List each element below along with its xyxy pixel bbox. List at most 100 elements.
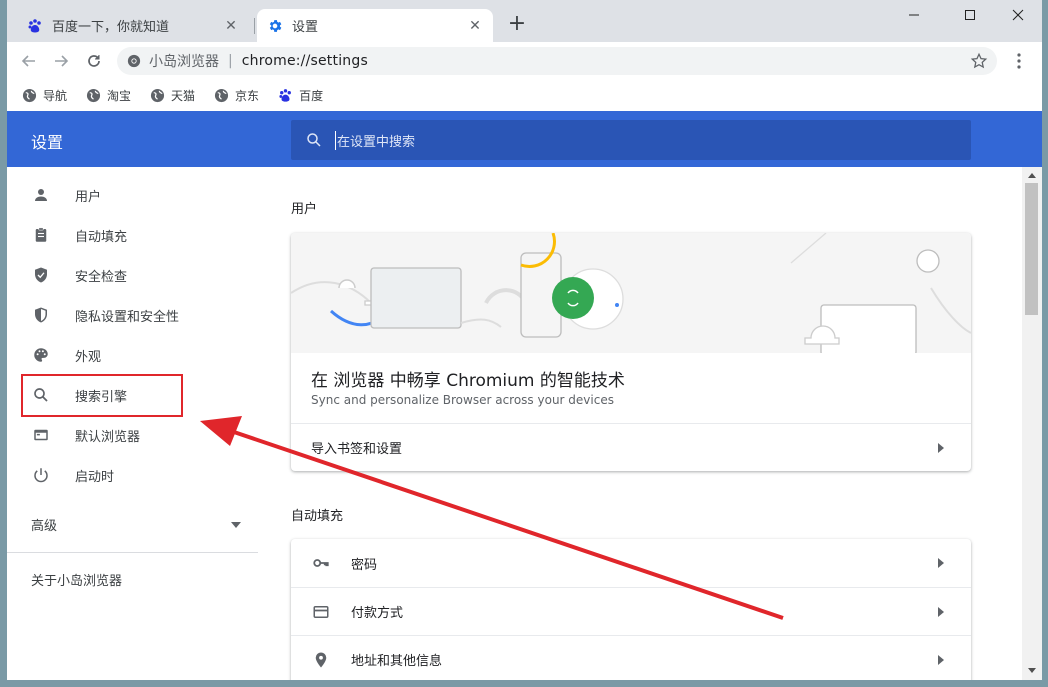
- bookmark-item[interactable]: 京东: [213, 83, 259, 107]
- row-label: 地址和其他信息: [351, 654, 443, 669]
- sidebar-item-safety-check[interactable]: 安全检查: [7, 255, 257, 295]
- sidebar-item-default-browser[interactable]: 默认浏览器: [7, 415, 257, 455]
- bookmark-label: 京东: [235, 88, 260, 103]
- back-button[interactable]: [17, 49, 41, 73]
- about-link[interactable]: 关于小岛浏览器: [31, 570, 122, 589]
- clipboard-icon: [31, 225, 51, 245]
- scrollbar-thumb[interactable]: [1025, 183, 1038, 315]
- browser-window-icon: [31, 425, 51, 445]
- tab-separator: [254, 18, 255, 34]
- sidebar-item-label: 安全检查: [75, 269, 128, 285]
- new-tab-button[interactable]: +: [507, 13, 527, 35]
- bookmark-label: 百度: [299, 88, 324, 103]
- tab-title: 百度一下，你就知道: [52, 20, 170, 35]
- sidebar-item-users[interactable]: 用户: [7, 175, 257, 215]
- omnibox-divider: |: [228, 53, 233, 69]
- menu-dots-icon[interactable]: [1009, 51, 1029, 71]
- key-icon: [311, 553, 331, 573]
- bookmark-item[interactable]: 百度: [277, 83, 323, 107]
- bookmark-item[interactable]: 天猫: [149, 83, 195, 107]
- power-icon: [31, 465, 51, 485]
- reload-icon: [88, 55, 100, 67]
- chromium-logo-icon: [127, 54, 141, 68]
- baidu-paw-icon: [277, 87, 293, 103]
- location-pin-icon: [311, 650, 331, 670]
- sidebar-item-on-startup[interactable]: 启动时: [7, 455, 257, 495]
- close-window-button[interactable]: [995, 4, 1041, 26]
- sidebar-item-label: 外观: [75, 349, 102, 365]
- shield-half-icon: [31, 305, 51, 325]
- gear-icon: [267, 18, 283, 34]
- settings-main: 用户 在 浏览器 中畅享 Chromium 的智能技术 Sync and per…: [267, 167, 1022, 680]
- settings-search-input[interactable]: 在设置中搜索: [291, 120, 971, 160]
- advanced-toggle[interactable]: 高级: [31, 512, 241, 536]
- close-tab-icon[interactable]: ✕: [223, 18, 239, 34]
- url-text: chrome://settings: [241, 53, 368, 69]
- maximize-button[interactable]: [947, 4, 993, 26]
- close-tab-icon[interactable]: ✕: [467, 18, 483, 34]
- chevron-right-icon: [931, 438, 951, 458]
- sidebar-item-appearance[interactable]: 外观: [7, 335, 257, 375]
- globe-icon: [149, 87, 165, 103]
- addresses-row[interactable]: 地址和其他信息: [291, 635, 971, 680]
- sidebar-item-privacy[interactable]: 隐私设置和安全性: [7, 295, 257, 335]
- payment-methods-row[interactable]: 付款方式: [291, 587, 971, 635]
- autofill-card: 密码 付款方式 地址和其他信息: [291, 539, 971, 680]
- sync-promo-subtitle: Sync and personalize Browser across your…: [311, 393, 614, 407]
- scroll-up-icon: [1028, 173, 1036, 178]
- baidu-paw-icon: [27, 18, 43, 34]
- site-name: 小岛浏览器: [149, 54, 219, 70]
- sidebar-item-autofill[interactable]: 自动填充: [7, 215, 257, 255]
- scroll-down-icon: [1028, 668, 1036, 673]
- sync-promo-title: 在 浏览器 中畅享 Chromium 的智能技术: [311, 371, 625, 391]
- row-label: 密码: [351, 557, 378, 573]
- dropdown-arrow-icon: [231, 517, 241, 532]
- search-placeholder: 在设置中搜索: [335, 130, 415, 150]
- browser-window: 百度一下，你就知道 ✕ 设置 ✕ + 小岛浏览器 | chrome://sett…: [7, 0, 1042, 680]
- bookmark-star-icon[interactable]: [970, 52, 988, 70]
- bookmark-label: 导航: [43, 88, 68, 103]
- globe-icon: [85, 87, 101, 103]
- reload-button[interactable]: [82, 49, 106, 73]
- bookmark-item[interactable]: 淘宝: [85, 83, 131, 107]
- row-label: 付款方式: [351, 606, 404, 621]
- page-title: 设置: [31, 133, 64, 152]
- import-label: 导入书签和设置: [311, 442, 403, 457]
- tab-baidu[interactable]: 百度一下，你就知道 ✕: [17, 9, 249, 42]
- passwords-row[interactable]: 密码: [291, 539, 971, 587]
- sync-promo-illustration: [291, 233, 971, 353]
- forward-button[interactable]: [49, 49, 73, 73]
- annotation-highlight-box: [21, 374, 183, 417]
- tab-settings[interactable]: 设置 ✕: [257, 9, 493, 42]
- sidebar-divider: [7, 552, 258, 553]
- palette-icon: [31, 345, 51, 365]
- address-bar[interactable]: 小岛浏览器 | chrome://settings: [117, 47, 997, 75]
- chevron-right-icon: [931, 553, 951, 573]
- bookmarks-bar: 导航 淘宝 天猫 京东 百度: [7, 80, 1042, 110]
- settings-header: 设置 在设置中搜索: [7, 111, 1042, 167]
- vertical-scrollbar[interactable]: [1022, 167, 1042, 680]
- bookmark-label: 淘宝: [107, 88, 132, 103]
- settings-sidebar: 用户 自动填充 安全检查 隐私设置和安全性 外观 搜索引擎 默认浏览器 启动时: [7, 167, 267, 680]
- person-icon: [31, 185, 51, 205]
- chevron-right-icon: [931, 602, 951, 622]
- sidebar-item-label: 自动填充: [75, 229, 128, 245]
- bookmark-label: 天猫: [171, 88, 196, 103]
- section-title-users: 用户: [291, 202, 318, 217]
- tab-strip: 百度一下，你就知道 ✕ 设置 ✕ +: [7, 0, 1042, 42]
- users-card: 在 浏览器 中畅享 Chromium 的智能技术 Sync and person…: [291, 233, 971, 471]
- forward-arrow-icon: [55, 55, 69, 67]
- sidebar-item-label: 启动时: [75, 469, 115, 485]
- minimize-button[interactable]: [891, 4, 937, 26]
- toolbar: 小岛浏览器 | chrome://settings: [7, 42, 1042, 80]
- search-icon: [305, 131, 323, 149]
- import-bookmarks-row[interactable]: 导入书签和设置: [291, 423, 971, 471]
- tab-title: 设置: [292, 20, 319, 35]
- advanced-label: 高级: [31, 518, 58, 534]
- sidebar-item-label: 默认浏览器: [75, 429, 141, 445]
- sidebar-item-label: 隐私设置和安全性: [75, 309, 180, 325]
- shield-check-icon: [31, 265, 51, 285]
- credit-card-icon: [311, 602, 331, 622]
- bookmark-item[interactable]: 导航: [21, 83, 67, 107]
- chevron-right-icon: [931, 650, 951, 670]
